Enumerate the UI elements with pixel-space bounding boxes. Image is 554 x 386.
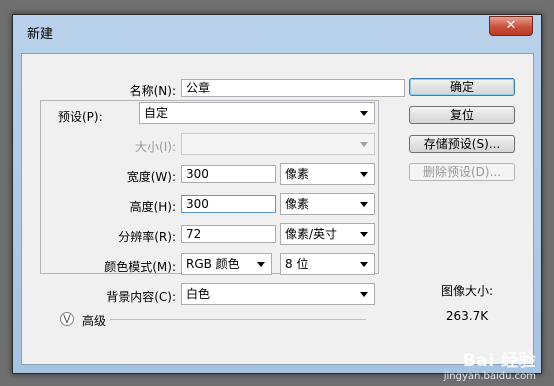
watermark-url: jingyan.baidu.com bbox=[443, 371, 536, 382]
reset-button[interactable]: 复位 bbox=[409, 106, 515, 124]
background-value: 白色 bbox=[186, 287, 211, 301]
size-label: 大小(I): bbox=[135, 140, 176, 154]
height-input[interactable]: 300 bbox=[181, 195, 276, 213]
size-select bbox=[181, 133, 375, 155]
advanced-label: 高级 bbox=[82, 314, 107, 328]
close-button[interactable]: ✕ bbox=[489, 16, 533, 36]
delete-preset-button: 删除预设(D)... bbox=[409, 163, 515, 181]
preset-value: 自定 bbox=[144, 106, 169, 120]
chevron-down-icon bbox=[360, 202, 368, 207]
color-mode-select[interactable]: RGB 颜色 bbox=[181, 253, 272, 275]
chevron-down-icon bbox=[360, 172, 368, 177]
save-preset-button[interactable]: 存储预设(S)... bbox=[409, 135, 515, 153]
close-icon: ✕ bbox=[505, 18, 517, 33]
height-label: 高度(H): bbox=[129, 200, 176, 214]
width-input[interactable]: 300 bbox=[181, 165, 276, 183]
chevron-double-down-icon: ⋁ bbox=[63, 314, 71, 324]
baidu-watermark: Bai 经验 jingyan.baidu.com bbox=[444, 346, 536, 382]
resolution-unit-select[interactable]: 像素/英寸 bbox=[280, 223, 375, 245]
width-label: 宽度(W): bbox=[126, 170, 176, 184]
background-select[interactable]: 白色 bbox=[181, 283, 375, 305]
chevron-down-icon bbox=[360, 111, 368, 116]
color-mode-value: RGB 颜色 bbox=[186, 257, 240, 271]
name-input[interactable]: 公章 bbox=[181, 79, 405, 97]
resolution-unit-value: 像素/英寸 bbox=[285, 227, 338, 241]
resolution-label: 分辨率(R): bbox=[118, 230, 176, 244]
height-unit-value: 像素 bbox=[285, 197, 310, 211]
preset-label: 预设(P): bbox=[58, 110, 103, 124]
dialog-title: 新建 bbox=[27, 27, 54, 42]
chevron-down-icon bbox=[257, 262, 265, 267]
image-size-label: 图像大小: bbox=[440, 284, 494, 298]
preset-select[interactable]: 自定 bbox=[139, 102, 375, 124]
ok-button[interactable]: 确定 bbox=[409, 78, 515, 96]
name-label: 名称(N): bbox=[129, 84, 176, 98]
bit-depth-select[interactable]: 8 位 bbox=[280, 253, 375, 275]
chevron-down-icon bbox=[360, 292, 368, 297]
width-unit-value: 像素 bbox=[285, 167, 310, 181]
resolution-input[interactable]: 72 bbox=[181, 225, 276, 243]
width-unit-select[interactable]: 像素 bbox=[280, 163, 375, 185]
title-bar[interactable]: 新建 ✕ bbox=[13, 15, 541, 47]
height-unit-select[interactable]: 像素 bbox=[280, 193, 375, 215]
preset-groupbox bbox=[40, 100, 379, 274]
color-mode-label: 颜色模式(M): bbox=[104, 260, 176, 274]
advanced-divider bbox=[110, 319, 366, 320]
new-document-dialog: 新建 ✕ 名称(N): 公章 预设(P): 自定 大小(I): 宽度(W): 3… bbox=[12, 14, 542, 374]
chevron-down-icon bbox=[360, 262, 368, 267]
dialog-body: 名称(N): 公章 预设(P): 自定 大小(I): 宽度(W): 300 像素… bbox=[21, 53, 534, 365]
chevron-down-icon bbox=[360, 142, 368, 147]
background-label: 背景内容(C): bbox=[106, 290, 176, 304]
image-size-value: 263.7K bbox=[445, 309, 489, 323]
watermark-text: Bai 经验 bbox=[462, 351, 536, 371]
chevron-down-icon bbox=[360, 232, 368, 237]
bit-depth-value: 8 位 bbox=[285, 257, 309, 271]
advanced-toggle[interactable]: ⋁ bbox=[60, 312, 74, 326]
